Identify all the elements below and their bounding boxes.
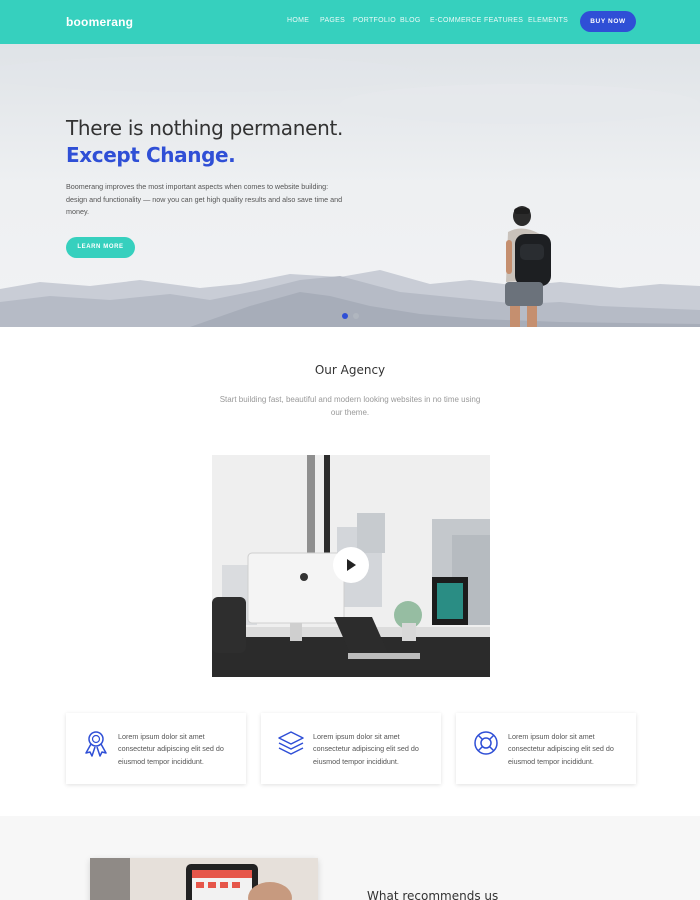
feature-text: Lorem ipsum dolor sit amet consectetur a… bbox=[118, 732, 224, 766]
nav-features[interactable]: FEATURES bbox=[484, 17, 523, 24]
agency-video[interactable] bbox=[212, 455, 490, 677]
nav-ecommerce[interactable]: E-COMMERCE bbox=[430, 17, 482, 24]
nav-portfolio[interactable]: PORTFOLIO bbox=[353, 17, 396, 24]
feature-card-2: Lorem ipsum dolor sit amet consectetur a… bbox=[261, 713, 441, 784]
hero-slider: There is nothing permanent. Except Chang… bbox=[0, 44, 700, 327]
feature-card-1: Lorem ipsum dolor sit amet consectetur a… bbox=[66, 713, 246, 784]
learn-more-button[interactable]: LEARN MORE bbox=[66, 237, 135, 258]
nav-elements[interactable]: ELEMENTS bbox=[528, 17, 568, 24]
feature-card-3: Lorem ipsum dolor sit amet consectetur a… bbox=[456, 713, 636, 784]
hero-title: There is nothing permanent. bbox=[66, 116, 344, 140]
recommend-section: What recommends us bbox=[0, 816, 700, 900]
section-title-agency: Our Agency bbox=[314, 363, 386, 377]
slider-dot-2[interactable] bbox=[353, 313, 359, 319]
hero-subtitle: Except Change. bbox=[66, 143, 236, 167]
buy-now-button[interactable]: BUY NOW bbox=[580, 11, 636, 32]
slider-dots bbox=[342, 313, 359, 319]
play-icon bbox=[347, 559, 356, 571]
lifebuoy-icon bbox=[474, 731, 498, 755]
tablet-image bbox=[90, 858, 318, 900]
award-ribbon-icon bbox=[85, 731, 107, 757]
play-button[interactable] bbox=[333, 547, 369, 583]
slider-dot-1[interactable] bbox=[342, 313, 348, 319]
hero-description: Boomerang improves the most important as… bbox=[66, 182, 343, 216]
agency-description: Start building fast, beautiful and moder… bbox=[219, 395, 481, 417]
layers-icon bbox=[278, 731, 304, 755]
logo[interactable]: boomerang bbox=[66, 15, 133, 29]
feature-text: Lorem ipsum dolor sit amet consectetur a… bbox=[508, 732, 614, 766]
site-header: boomerang HOME PAGES PORTFOLIO BLOG E-CO… bbox=[0, 0, 700, 44]
nav-home[interactable]: HOME bbox=[287, 17, 309, 24]
feature-text: Lorem ipsum dolor sit amet consectetur a… bbox=[313, 732, 419, 766]
nav-pages[interactable]: PAGES bbox=[320, 17, 345, 24]
section-title-recommend: What recommends us bbox=[367, 889, 499, 900]
nav-blog[interactable]: BLOG bbox=[400, 17, 421, 24]
